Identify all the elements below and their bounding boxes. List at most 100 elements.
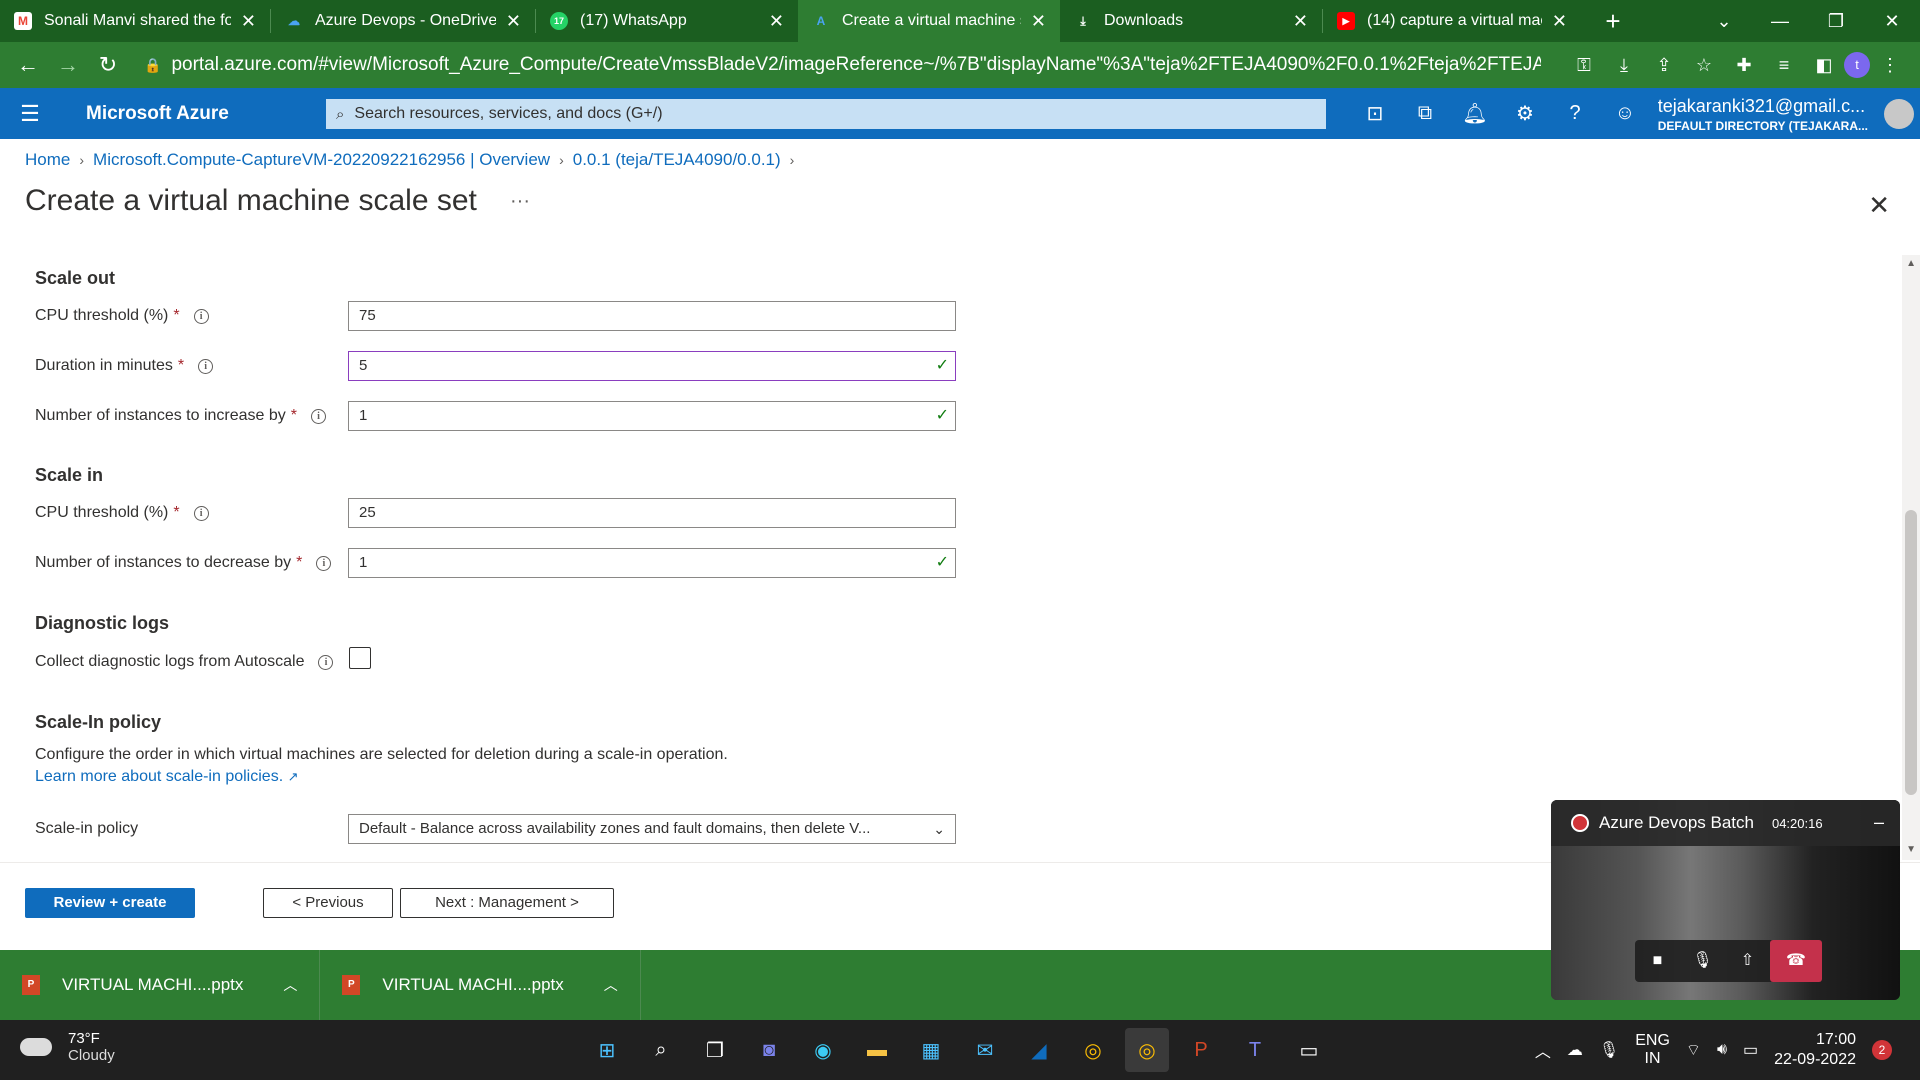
edge-browser-icon[interactable]: ◉: [801, 1028, 845, 1072]
lock-icon[interactable]: 🔒: [144, 57, 161, 74]
info-icon[interactable]: i: [318, 654, 334, 670]
mic-muted-icon[interactable]: 🎙︎: [1680, 940, 1725, 982]
extensions-icon[interactable]: ✚: [1724, 55, 1764, 76]
language-indicator[interactable]: ENG IN: [1635, 1032, 1670, 1068]
info-icon[interactable]: i: [193, 308, 209, 324]
close-tab-icon[interactable]: ✕: [506, 11, 521, 32]
feedback-icon[interactable]: ☺: [1600, 102, 1650, 125]
increase-instances-input[interactable]: 1 ✓: [348, 401, 956, 431]
cpu-threshold-out-input[interactable]: 75: [348, 301, 956, 331]
tab-search-chevron-icon[interactable]: ⌄: [1696, 11, 1752, 32]
share-icon[interactable]: ⇪: [1644, 55, 1684, 76]
account-info[interactable]: tejakaranki321@gmail.c... DEFAULT DIRECT…: [1658, 96, 1868, 133]
tab-youtube[interactable]: ▶ (14) capture a virtual machi ✕: [1323, 0, 1581, 42]
close-tab-icon[interactable]: ✕: [769, 11, 784, 32]
show-hidden-icons-icon[interactable]: ︿: [1535, 1038, 1551, 1062]
help-icon[interactable]: ?: [1550, 102, 1600, 125]
hang-up-icon[interactable]: ☎︎: [1770, 940, 1822, 982]
close-tab-icon[interactable]: ✕: [1293, 11, 1308, 32]
azure-search-input[interactable]: ⌕ Search resources, services, and docs (…: [326, 99, 1326, 129]
account-avatar[interactable]: [1884, 99, 1914, 129]
download-item[interactable]: P VIRTUAL MACHI....pptx ︿: [0, 950, 321, 1020]
azure-data-studio-icon[interactable]: ◢: [1017, 1028, 1061, 1072]
cpu-threshold-in-input[interactable]: 25: [348, 498, 956, 528]
teams-chat-icon[interactable]: ◙: [747, 1028, 791, 1072]
tab-azure-active[interactable]: A Create a virtual machine sca ✕: [798, 0, 1060, 42]
wifi-icon[interactable]: ⌔: [1686, 1040, 1701, 1060]
review-create-button[interactable]: Review + create: [25, 888, 195, 918]
install-icon[interactable]: ⤓: [1604, 55, 1644, 76]
breadcrumb-overview[interactable]: Microsoft.Compute-CaptureVM-202209221629…: [93, 150, 550, 170]
previous-button[interactable]: < Previous: [263, 888, 393, 918]
share-screen-icon[interactable]: ⇧: [1725, 940, 1770, 982]
chevron-up-icon[interactable]: ︿: [283, 975, 297, 995]
microphone-icon[interactable]: 🎙︎: [1599, 1040, 1619, 1060]
collect-diagnostic-checkbox[interactable]: [349, 647, 371, 669]
terminal-icon[interactable]: ▭: [1287, 1028, 1331, 1072]
close-window-icon[interactable]: ✕: [1864, 11, 1920, 32]
breadcrumb-home[interactable]: Home: [25, 150, 70, 170]
tab-downloads[interactable]: ⤓ Downloads ✕: [1060, 0, 1322, 42]
info-icon[interactable]: i: [198, 358, 214, 374]
volume-icon[interactable]: 🔊︎: [1717, 1041, 1727, 1059]
url-field[interactable]: portal.azure.com/#view/Microsoft_Azure_C…: [171, 54, 1541, 76]
next-management-button[interactable]: Next : Management >: [400, 888, 614, 918]
azure-brand[interactable]: Microsoft Azure: [86, 103, 229, 125]
hamburger-menu-icon[interactable]: ☰: [0, 101, 60, 127]
teams-call-window[interactable]: Azure Devops Batch 04:20:16 – ■ 🎙︎ ⇧ ☎︎: [1551, 800, 1900, 1000]
minimize-icon[interactable]: —: [1752, 11, 1808, 32]
scrollbar-thumb[interactable]: [1905, 510, 1917, 795]
camera-icon[interactable]: ■: [1635, 940, 1680, 982]
info-icon[interactable]: i: [193, 505, 209, 521]
menu-icon[interactable]: ⋮: [1870, 55, 1910, 76]
chrome-profile-icon[interactable]: ◎: [1125, 1028, 1169, 1072]
chevron-up-icon[interactable]: ︿: [604, 975, 618, 995]
profile-avatar[interactable]: t: [1844, 52, 1870, 78]
mail-icon[interactable]: ✉: [963, 1028, 1007, 1072]
directory-filter-icon[interactable]: ⧉: [1400, 102, 1450, 125]
teams-icon[interactable]: T: [1233, 1028, 1277, 1072]
scale-in-policy-dropdown[interactable]: Default - Balance across availability zo…: [348, 814, 956, 844]
reload-icon[interactable]: ↻: [88, 52, 128, 78]
clock[interactable]: 17:00 22-09-2022: [1774, 1030, 1856, 1070]
info-icon[interactable]: i: [311, 408, 327, 424]
learn-more-link[interactable]: Learn more about scale-in policies. ↗: [35, 768, 299, 786]
decrease-instances-input[interactable]: 1 ✓: [348, 548, 956, 578]
task-view-icon[interactable]: ❐: [693, 1028, 737, 1072]
close-tab-icon[interactable]: ✕: [1031, 11, 1046, 32]
sidebar-icon[interactable]: ◧: [1804, 55, 1844, 76]
scroll-down-arrow-icon[interactable]: ▼: [1906, 844, 1916, 855]
new-tab-icon[interactable]: +: [1593, 6, 1633, 37]
forward-icon[interactable]: →: [48, 52, 88, 78]
weather-widget[interactable]: 73°F Cloudy: [20, 1030, 115, 1064]
tab-whatsapp[interactable]: 17 (17) WhatsApp ✕: [536, 0, 798, 42]
windows-start-icon[interactable]: ⊞: [585, 1028, 629, 1072]
restore-icon[interactable]: ❐: [1808, 11, 1864, 32]
powerpoint-icon[interactable]: P: [1179, 1028, 1223, 1072]
key-icon[interactable]: ⚿: [1564, 55, 1604, 76]
tab-onedrive[interactable]: ☁ Azure Devops - OneDrive ✕: [271, 0, 535, 42]
star-icon[interactable]: ☆: [1684, 55, 1724, 76]
file-explorer-icon[interactable]: ▬: [855, 1028, 899, 1072]
cloud-shell-icon[interactable]: ⊡: [1350, 101, 1400, 126]
reading-list-icon[interactable]: ≡: [1764, 55, 1804, 76]
breadcrumb-version[interactable]: 0.0.1 (teja/TEJA4090/0.0.1): [573, 150, 781, 170]
scroll-up-arrow-icon[interactable]: ▲: [1906, 258, 1916, 269]
more-options-icon[interactable]: ···: [510, 190, 530, 213]
notification-badge[interactable]: 2: [1872, 1040, 1892, 1060]
notifications-bell-icon[interactable]: 🔔︎: [1450, 101, 1500, 126]
minimize-call-icon[interactable]: –: [1874, 812, 1884, 833]
chrome-icon[interactable]: ◎: [1071, 1028, 1115, 1072]
duration-input[interactable]: 5 ✓: [348, 351, 956, 381]
close-tab-icon[interactable]: ✕: [241, 11, 256, 32]
onedrive-tray-icon[interactable]: ☁: [1567, 1040, 1583, 1060]
search-icon[interactable]: ⌕: [639, 1028, 683, 1072]
download-item[interactable]: P VIRTUAL MACHI....pptx ︿: [320, 950, 641, 1020]
close-tab-icon[interactable]: ✕: [1552, 11, 1567, 32]
microsoft-store-icon[interactable]: ▦: [909, 1028, 953, 1072]
close-blade-icon[interactable]: ✕: [1868, 190, 1890, 221]
battery-icon[interactable]: ▭: [1743, 1040, 1758, 1060]
settings-gear-icon[interactable]: ⚙: [1500, 101, 1550, 126]
tab-gmail[interactable]: M Sonali Manvi shared the fol ✕: [0, 0, 270, 42]
info-icon[interactable]: i: [316, 555, 332, 571]
